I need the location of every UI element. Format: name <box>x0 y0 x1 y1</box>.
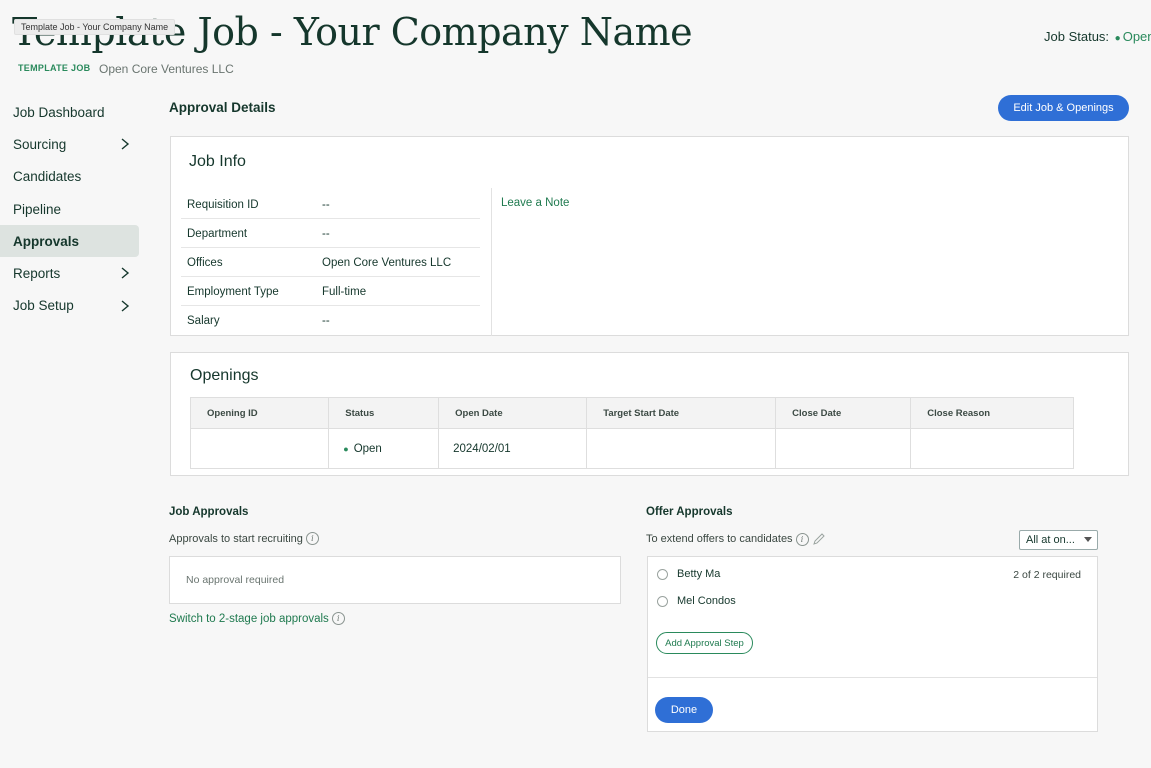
job-info-heading: Job Info <box>189 153 246 170</box>
info-row-department: Department -- <box>181 219 480 248</box>
job-approvals-subtext: Approvals to start recruiting i <box>169 532 319 545</box>
sidebar-item-sourcing[interactable]: Sourcing <box>0 128 139 160</box>
offer-approvals-subtext: To extend offers to candidates i <box>646 532 826 546</box>
sidebar-item-candidates[interactable]: Candidates <box>0 161 139 193</box>
info-label: Employment Type <box>187 286 279 298</box>
sidebar-item-label: Reports <box>13 266 61 282</box>
leave-note-link[interactable]: Leave a Note <box>501 197 569 209</box>
info-label: Offices <box>187 257 223 269</box>
chevron-right-icon <box>121 300 130 312</box>
column-header: Status <box>328 397 440 429</box>
tab-tooltip: Template Job - Your Company Name <box>14 19 176 35</box>
job-approvals-subtext-label: Approvals to start recruiting <box>169 532 303 545</box>
info-value: -- <box>322 315 330 327</box>
divider <box>648 677 1097 678</box>
radio-circle-icon[interactable] <box>657 595 668 607</box>
sidebar-item-label: Approvals <box>13 233 80 249</box>
table-header-row: Opening ID Status Open Date Target Start… <box>189 397 1074 429</box>
table-row: ● Open 2024/02/01 <box>189 428 1074 469</box>
sidebar-item-label: Job Dashboard <box>13 104 105 120</box>
info-row-salary: Salary -- <box>181 306 480 335</box>
openings-card: Openings Opening ID Status Open Date Tar… <box>170 352 1129 476</box>
no-approval-text: No approval required <box>186 574 285 586</box>
openings-table: Opening ID Status Open Date Target Start… <box>189 397 1074 469</box>
status-dot-icon: ● <box>1114 33 1121 44</box>
job-status-label: Job Status: <box>1044 29 1110 44</box>
approver-name: Betty Ma <box>677 568 721 580</box>
job-approvals-heading: Job Approvals <box>169 506 249 518</box>
info-value: Open Core Ventures LLC <box>322 257 452 269</box>
sidebar-item-approvals[interactable]: Approvals <box>0 225 139 258</box>
approver-row[interactable]: Mel Condos <box>657 595 736 607</box>
info-label: Department <box>187 228 248 240</box>
chevron-right-icon <box>121 138 130 150</box>
status-dot-icon: ● <box>343 443 349 454</box>
offer-approvals-heading: Offer Approvals <box>646 506 733 518</box>
sidebar-item-label: Job Setup <box>13 298 74 314</box>
section-title: Approval Details <box>169 100 276 115</box>
job-status-value: Open <box>1122 29 1151 44</box>
job-info-card: Job Info Requisition ID -- Department --… <box>170 136 1129 336</box>
opening-id-cell <box>189 428 330 469</box>
radio-circle-icon[interactable] <box>657 568 668 580</box>
divider <box>491 188 492 336</box>
sidebar-item-label: Candidates <box>13 169 82 185</box>
approver-name: Mel Condos <box>677 595 736 607</box>
approval-order-select[interactable]: All at on... <box>1019 530 1098 550</box>
column-header: Close Reason <box>910 397 1074 429</box>
edit-job-openings-button[interactable]: Edit Job & Openings <box>998 95 1129 121</box>
info-icon[interactable]: i <box>305 532 319 545</box>
info-label: Requisition ID <box>187 199 259 211</box>
info-icon[interactable]: i <box>795 532 809 546</box>
done-button[interactable]: Done <box>655 697 713 723</box>
info-icon[interactable]: i <box>331 612 345 625</box>
status-cell: ● Open <box>328 428 440 469</box>
open-date-cell: 2024/02/01 <box>438 428 588 469</box>
openings-heading: Openings <box>190 367 259 384</box>
target-start-cell <box>586 428 777 469</box>
column-header: Close Date <box>775 397 912 429</box>
offer-approvals-subtext-label: To extend offers to candidates <box>646 533 793 545</box>
caret-down-icon <box>1084 537 1092 542</box>
info-row-offices: Offices Open Core Ventures LLC <box>181 248 480 277</box>
info-label: Salary <box>187 315 220 327</box>
info-row-employment-type: Employment Type Full-time <box>181 277 480 306</box>
switch-link-label: Switch to 2-stage job approvals <box>169 612 329 625</box>
info-row-requisition: Requisition ID -- <box>181 190 480 219</box>
column-header: Opening ID <box>189 397 330 429</box>
sidebar-item-job-dashboard[interactable]: Job Dashboard <box>0 96 139 128</box>
sidebar-item-job-setup[interactable]: Job Setup <box>0 290 139 322</box>
sidebar-item-label: Pipeline <box>13 201 62 217</box>
sidebar: Job Dashboard Sourcing Candidates Pipeli… <box>0 96 139 322</box>
sidebar-item-pipeline[interactable]: Pipeline <box>0 193 139 225</box>
info-value: -- <box>322 199 330 211</box>
info-value: Full-time <box>322 286 367 298</box>
status-value: Open <box>353 442 382 455</box>
approver-row[interactable]: Betty Ma <box>657 568 720 580</box>
chevron-right-icon <box>121 267 130 280</box>
pencil-icon[interactable] <box>812 532 826 546</box>
column-header: Open Date <box>438 397 588 429</box>
template-job-badge: TEMPLATE JOB <box>18 63 91 73</box>
close-reason-cell <box>910 428 1074 469</box>
required-count: 2 of 2 required <box>1013 569 1081 581</box>
company-subtitle: Open Core Ventures LLC <box>99 62 234 76</box>
close-date-cell <box>775 428 912 469</box>
select-value: All at on... <box>1026 534 1075 546</box>
add-approval-step-button[interactable]: Add Approval Step <box>656 632 753 654</box>
job-approvals-box: No approval required <box>169 556 621 604</box>
column-header: Target Start Date <box>586 397 777 429</box>
switch-two-stage-link[interactable]: Switch to 2-stage job approvals i <box>169 612 345 625</box>
sidebar-item-label: Sourcing <box>13 136 67 152</box>
info-value: -- <box>322 228 330 240</box>
offer-approvals-box: Betty Ma 2 of 2 required Mel Condos Add … <box>647 556 1098 732</box>
job-status: Job Status: ● Open <box>1044 29 1151 44</box>
sidebar-item-reports[interactable]: Reports <box>0 257 139 289</box>
